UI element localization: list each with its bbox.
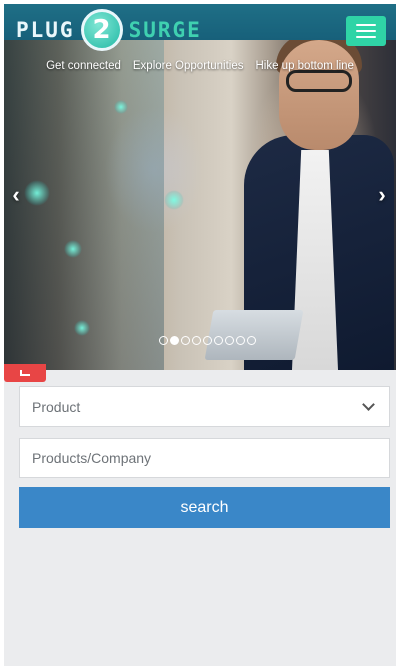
feedback-tab[interactable] — [4, 364, 46, 382]
nav-link-explore-opportunities[interactable]: Explore Opportunities — [133, 60, 244, 72]
carousel-dot[interactable] — [247, 336, 256, 345]
hero-person-glasses — [286, 70, 352, 92]
chevron-left-icon[interactable]: ‹ — [6, 180, 26, 210]
carousel-dot[interactable] — [203, 336, 212, 345]
glow-decoration — [74, 320, 90, 336]
search-button[interactable]: search — [19, 487, 390, 528]
hero-person-head — [279, 40, 359, 150]
glow-decoration — [114, 100, 128, 114]
nav-link-hike-up-bottom-line[interactable]: Hike up bottom line — [255, 60, 353, 72]
carousel-dot[interactable] — [225, 336, 234, 345]
logo-text-right: SURGE — [128, 18, 202, 42]
search-form: Product search — [19, 386, 390, 528]
product-select[interactable]: Product — [19, 386, 390, 427]
tab-mark-icon — [20, 370, 30, 376]
carousel-dot[interactable] — [236, 336, 245, 345]
hero-laptop — [204, 310, 304, 360]
carousel-dot[interactable] — [181, 336, 190, 345]
site-logo[interactable]: PLUG 2 SURGE — [16, 9, 202, 51]
menu-bar — [356, 30, 376, 32]
menu-bar — [356, 36, 376, 38]
chevron-down-icon — [362, 398, 375, 411]
glow-decoration — [24, 180, 50, 206]
chevron-right-icon[interactable]: › — [372, 180, 392, 210]
logo-text-left: PLUG — [16, 18, 75, 42]
nav-link-get-connected[interactable]: Get connected — [46, 60, 121, 72]
product-select-value: Product — [32, 398, 81, 415]
menu-bar — [356, 24, 376, 26]
carousel-dot[interactable] — [192, 336, 201, 345]
glow-decoration — [164, 190, 184, 210]
search-input[interactable] — [19, 438, 390, 478]
glow-decoration — [64, 240, 82, 258]
carousel-dot[interactable] — [214, 336, 223, 345]
hero-carousel[interactable]: Get connected Explore Opportunities Hike… — [4, 40, 396, 370]
carousel-indicators — [159, 336, 256, 345]
carousel-dot[interactable] — [170, 336, 179, 345]
carousel-dot[interactable] — [159, 336, 168, 345]
hero-nav-links: Get connected Explore Opportunities Hike… — [4, 60, 396, 72]
app-frame: Get connected Explore Opportunities Hike… — [4, 4, 396, 666]
hamburger-menu-icon[interactable] — [346, 16, 386, 46]
logo-badge: 2 — [80, 9, 123, 51]
